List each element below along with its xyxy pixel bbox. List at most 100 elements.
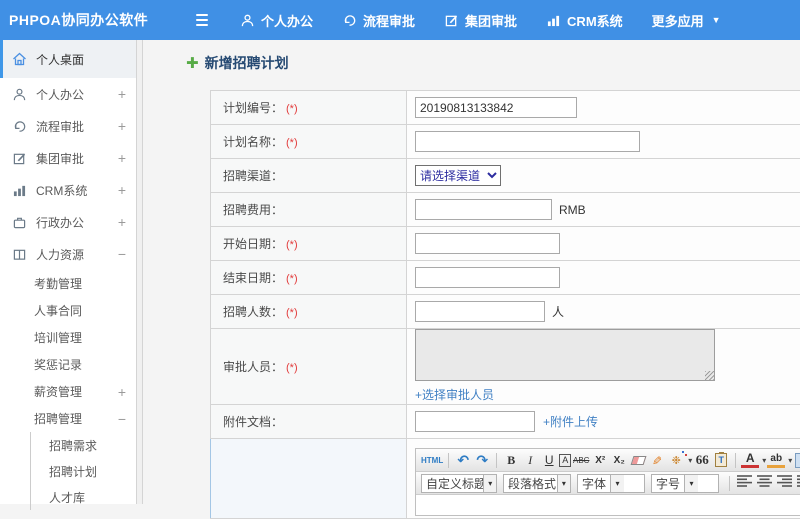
top-bar: PHPOA协同办公软件 个人办公 流程审批 集团审批 (0, 0, 800, 40)
collapse-minus-icon[interactable]: − (118, 246, 126, 262)
start-date-input[interactable] (415, 233, 560, 254)
sidebar-recruit-submenu: 招聘需求 招聘计划 人才库 (30, 432, 136, 510)
plan-no-input[interactable] (415, 97, 577, 118)
strikethrough-button[interactable]: ABC (572, 451, 590, 470)
dropdown-value: 字号 (652, 475, 684, 492)
nav-label: 集团审批 (465, 11, 517, 30)
sidebar-item-hr[interactable]: 人力资源 − (0, 238, 136, 270)
sidebar-scrollbar[interactable] (136, 40, 143, 504)
nav-personal-office[interactable]: 个人办公 (240, 11, 313, 30)
form-row-content-editor: HTML ↶ ↷ B I U A ABC X² X₂ ✎ (211, 439, 800, 519)
custom-title-dropdown[interactable]: 自定义标题 ▾ (421, 474, 497, 493)
caret-down-icon[interactable]: ▾ (762, 456, 766, 465)
sidebar-item-personal-desktop[interactable]: 个人桌面 (0, 40, 136, 78)
nav-process-approval[interactable]: 流程审批 (342, 11, 415, 30)
table-icon[interactable] (795, 453, 800, 468)
hamburger-menu-icon[interactable] (194, 14, 210, 26)
form-row-cost: 招聘费用： RMB (211, 193, 800, 227)
required-mark: (*) (286, 137, 298, 149)
collapse-minus-icon[interactable]: − (118, 411, 126, 427)
field-label: 招聘费用： (223, 203, 283, 217)
redo-icon[interactable]: ↷ (473, 451, 491, 470)
person-icon (240, 13, 255, 28)
font-size-dropdown[interactable]: 字号 ▾ (651, 474, 719, 493)
bar-chart-icon (12, 183, 27, 198)
sidebar-item-process-approval[interactable]: 流程审批 + (0, 110, 136, 142)
sidebar-item-hr-contract[interactable]: 人事合同 (0, 297, 136, 324)
bold-button[interactable]: B (502, 451, 520, 470)
dropdown-value: 字体 (578, 475, 610, 492)
caret-down-icon[interactable]: ▾ (688, 456, 692, 465)
approvers-textarea[interactable] (415, 329, 715, 381)
caret-down-icon: ▾ (557, 475, 570, 492)
sidebar-item-attendance[interactable]: 考勤管理 (0, 270, 136, 297)
expand-plus-icon[interactable]: + (118, 214, 126, 230)
attachment-input[interactable] (415, 411, 535, 432)
end-date-input[interactable] (415, 267, 560, 288)
channel-select[interactable]: 请选择渠道 (415, 165, 501, 186)
editor-content-area[interactable] (416, 495, 800, 515)
eraser-icon[interactable] (630, 456, 646, 465)
field-label: 审批人员： (223, 360, 283, 374)
required-mark: (*) (286, 273, 298, 285)
align-right-icon[interactable] (777, 474, 792, 492)
subscript-button[interactable]: X₂ (610, 451, 628, 470)
top-nav: 个人办公 流程审批 集团审批 CRM系统 更多应用 (240, 11, 750, 30)
sidebar-item-training[interactable]: 培训管理 (0, 324, 136, 351)
sidebar-item-label: 个人办公 (36, 86, 118, 103)
process-arrow-icon (12, 119, 27, 134)
nav-group-approval[interactable]: 集团审批 (444, 11, 517, 30)
unit-suffix: 人 (552, 305, 564, 319)
caret-down-icon[interactable]: ▾ (788, 456, 792, 465)
plan-name-input[interactable] (415, 131, 640, 152)
select-approvers-link[interactable]: +选择审批人员 (415, 386, 494, 403)
highlight-color-button[interactable]: ab (767, 453, 785, 468)
sidebar-item-talent-pool[interactable]: 人才库 (31, 484, 136, 510)
sidebar-item-rewards[interactable]: 奖惩记录 (0, 351, 136, 378)
nav-crm[interactable]: CRM系统 (546, 11, 623, 30)
sidebar-item-recruit-plan[interactable]: 招聘计划 (31, 458, 136, 484)
cost-input[interactable] (415, 199, 552, 220)
paragraph-format-dropdown[interactable]: 段落格式 ▾ (503, 474, 571, 493)
superscript-button[interactable]: X² (591, 451, 609, 470)
sidebar-item-recruit-demand[interactable]: 招聘需求 (31, 432, 136, 458)
headcount-input[interactable] (415, 301, 545, 322)
expand-plus-icon[interactable]: + (118, 384, 126, 400)
page-title-text: 新增招聘计划 (205, 53, 289, 73)
currency-suffix: RMB (559, 203, 586, 217)
nav-label: 流程审批 (363, 11, 415, 30)
underline-button[interactable]: U (540, 451, 558, 470)
font-color-button[interactable]: A (741, 453, 759, 468)
field-label: 计划编号： (223, 101, 283, 115)
sidebar-item-recruit-mgmt[interactable]: 招聘管理 − (0, 405, 136, 432)
align-center-icon[interactable] (757, 474, 772, 492)
font-border-button[interactable]: A (559, 454, 571, 467)
italic-button[interactable]: I (521, 451, 539, 470)
dropdown-value: 段落格式 (504, 475, 557, 492)
sidebar-item-personal-office[interactable]: 个人办公 + (0, 78, 136, 110)
required-mark: (*) (286, 103, 298, 115)
sidebar-item-salary[interactable]: 薪资管理 + (0, 378, 136, 405)
paste-icon[interactable]: T (715, 453, 727, 467)
sidebar-item-admin-office[interactable]: 行政办公 + (0, 206, 136, 238)
html-source-button[interactable]: HTML (421, 451, 443, 470)
expand-plus-icon[interactable]: + (118, 118, 126, 134)
font-family-dropdown[interactable]: 字体 ▾ (577, 474, 645, 493)
attachment-upload-link[interactable]: +附件上传 (543, 415, 598, 429)
nav-more-apps[interactable]: 更多应用 ▼ (652, 11, 721, 30)
undo-icon[interactable]: ↶ (454, 451, 472, 470)
sidebar-item-crm[interactable]: CRM系统 + (0, 174, 136, 206)
auto-typeset-icon[interactable]: ❉ (667, 451, 685, 470)
expand-plus-icon[interactable]: + (118, 86, 126, 102)
edit-square-icon (444, 13, 459, 28)
main-content: ✚ 新增招聘计划 计划编号：(*) 计划名称：(*) 招聘渠道： 请选择渠道 招… (144, 40, 800, 504)
align-left-icon[interactable] (737, 474, 752, 492)
blockquote-button[interactable]: 66 (693, 451, 711, 470)
expand-plus-icon[interactable]: + (118, 150, 126, 166)
sidebar-item-label: 个人桌面 (36, 51, 126, 68)
expand-plus-icon[interactable]: + (118, 182, 126, 198)
sidebar-item-group-approval[interactable]: 集团审批 + (0, 142, 136, 174)
required-mark: (*) (286, 239, 298, 251)
process-arrow-icon (342, 13, 357, 28)
format-brush-icon[interactable]: ✎ (648, 451, 667, 469)
